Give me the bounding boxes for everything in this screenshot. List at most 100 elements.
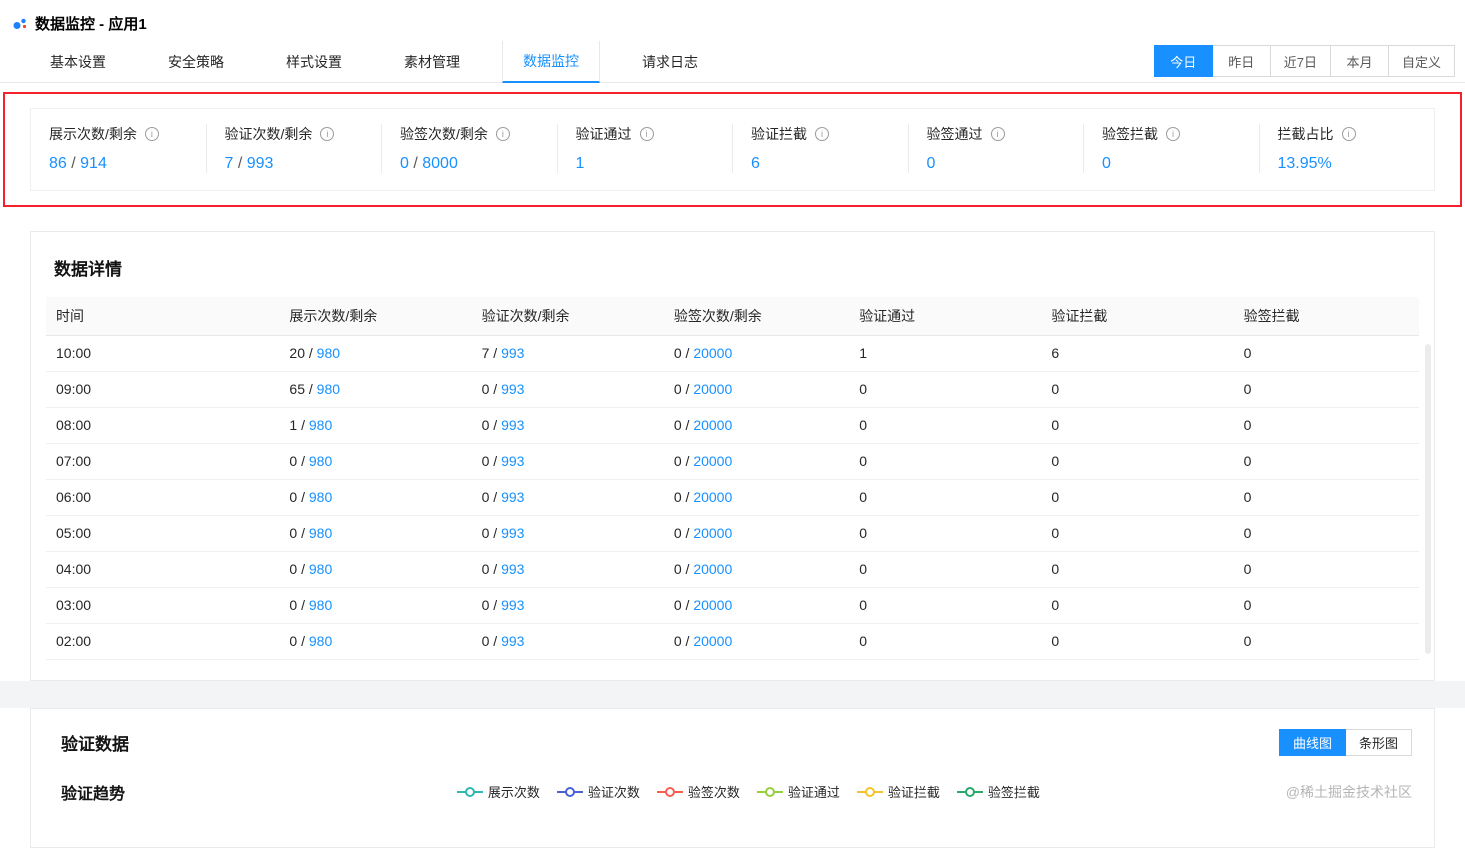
cell-verify: 0 / 993 [471,443,664,480]
cell-sign: 0 / 20000 [663,443,850,480]
cell-impressions: 0 / 980 [279,443,472,480]
legend-sign-block[interactable]: 验签拦截 [956,782,1040,801]
info-icon[interactable]: i [639,127,654,141]
stat-value-remain: 993 [246,155,274,172]
cell-sign-block: 0 [1233,587,1419,624]
stat-label: 拦截占比 i [1278,124,1435,144]
stat-value-main: 1 [575,155,585,172]
chart-type-line-chart[interactable]: 曲线图 [1278,728,1346,756]
stat-block-ratio: 拦截占比 i 13.95% [1260,124,1435,173]
page-title: 数据监控 - 应用1 [35,16,147,33]
tab-bar: 基本设置 安全策略 样式设置 素材管理 数据监控 请求日志 [30,40,740,83]
stat-verify-count-remaining: 验证次数/剩余 i 7 / 993 [207,124,382,173]
cell-impressions: 0 / 980 [279,551,472,588]
info-icon[interactable]: i [815,127,829,141]
cell-verify-block: 0 [1041,551,1234,588]
column-header: 验证通过 [849,297,1042,336]
verify-section-title: 验证数据 [61,734,129,754]
cell-verify-pass: 0 [849,479,1042,516]
stat-sign-count-remaining: 验签次数/剩余 i 0 / 8000 [382,124,558,173]
stat-value-main: 86 [49,155,67,172]
stat-value-separator: / [66,155,81,172]
info-icon[interactable]: i [320,127,335,141]
legend-impressions[interactable]: 展示次数 [456,782,540,801]
cell-time: 10:00 [46,335,280,372]
legend-verify-pass[interactable]: 验证通过 [756,782,840,801]
cell-verify-block: 0 [1041,623,1234,660]
tab-data-monitoring[interactable]: 数据监控 [502,41,600,83]
cell-sign: 0 / 20000 [663,335,850,372]
cell-impressions: 0 / 980 [279,515,472,552]
stat-label: 验证通过 i [576,124,733,144]
cell-verify-block: 6 [1041,335,1234,372]
stat-label: 验签次数/剩余 i [400,124,557,144]
cell-sign-block: 0 [1233,371,1419,408]
info-icon[interactable]: i [495,127,510,141]
cell-impressions: 1 / 980 [279,407,472,444]
cell-verify-pass: 0 [849,443,1042,480]
cell-verify-block: 0 [1041,371,1234,408]
stat-value: 1 [576,155,733,173]
cell-verify: 0 / 993 [471,407,664,444]
stat-value: 0 / 8000 [400,155,557,173]
date-filter-custom[interactable]: 自定义 [1387,45,1455,77]
cell-verify: 0 / 993 [471,587,664,624]
cell-sign: 0 / 20000 [663,371,850,408]
tab-basic-settings[interactable]: 基本设置 [30,41,126,83]
stat-value: 0 [927,155,1084,173]
stat-label: 验签通过 i [927,124,1084,144]
cell-time: 08:00 [46,407,280,444]
watermark-text: @稀土掘金技术社区 [1285,783,1412,800]
date-filter-last-7-days[interactable]: 近7日 [1269,45,1331,77]
stat-value-main: 6 [751,155,760,172]
legend-marker-icon [956,786,983,797]
stat-value: 6 [751,155,908,173]
stat-value-main: 0 [926,155,936,172]
cell-verify-block: 0 [1041,479,1234,516]
cell-verify-block: 0 [1041,587,1234,624]
chart-type-toggle: 曲线图 条形图 [1278,728,1412,756]
cell-sign-block: 0 [1233,623,1419,660]
cell-verify-block: 0 [1041,407,1234,444]
tab-request-logs[interactable]: 请求日志 [622,41,718,83]
tab-material-management[interactable]: 素材管理 [384,41,480,83]
stat-label: 验签拦截 i [1102,124,1259,144]
tab-security-policy[interactable]: 安全策略 [148,41,244,83]
legend-verify-count[interactable]: 验证次数 [556,782,640,801]
stat-value-main: 0 [400,155,409,172]
info-icon[interactable]: i [1166,127,1180,141]
table-row: 07:00 0 / 980 0 / 993 0 / 20000 0 0 0 [46,443,1419,480]
legend-verify-block[interactable]: 验证拦截 [856,782,940,801]
legend-marker-icon [456,786,483,797]
tab-style-settings[interactable]: 样式设置 [266,41,362,83]
cell-verify-block: 0 [1041,443,1234,480]
column-header: 验证次数/剩余 [471,297,664,336]
cell-impressions: 0 / 980 [279,587,472,624]
column-header: 验证拦截 [1041,297,1234,336]
stat-value-remain: 914 [80,155,107,172]
page: 数据监控 - 应用1 基本设置 安全策略 样式设置 素材管理 数据监控 请求日志 今日 昨日… [0,0,1465,848]
date-filter-this-month[interactable]: 本月 [1329,45,1389,77]
cell-sign: 0 / 20000 [663,407,850,444]
cell-verify-block: 0 [1041,515,1234,552]
table-scrollbar[interactable] [1425,344,1431,654]
cell-sign: 0 / 20000 [663,623,850,660]
date-filter-yesterday[interactable]: 昨日 [1211,45,1271,77]
date-filter-today[interactable]: 今日 [1153,45,1213,77]
stat-value: 13.95% [1278,155,1435,173]
cell-verify-pass: 1 [849,335,1042,372]
stat-label: 验证次数/剩余 i [225,124,382,144]
info-icon[interactable]: i [1341,127,1356,141]
stat-impressions-remaining: 展示次数/剩余 i 86 / 914 [31,124,207,173]
stat-value-separator: / [408,155,423,172]
legend-sign-count[interactable]: 验签次数 [656,782,740,801]
info-icon[interactable]: i [144,127,159,141]
section-divider [0,680,1465,708]
chart-type-bar-chart[interactable]: 条形图 [1344,728,1412,756]
table-header-row: 时间 展示次数/剩余 验证次数/剩余 验签次数/剩余 验证通过 验证拦截 验签拦截 [46,297,1419,336]
cell-impressions: 20 / 980 [279,335,472,372]
legend-marker-icon [556,786,583,797]
info-icon[interactable]: i [990,127,1005,141]
stat-label: 验证拦截 i [751,124,908,144]
legend-label: 验签次数 [687,785,740,800]
